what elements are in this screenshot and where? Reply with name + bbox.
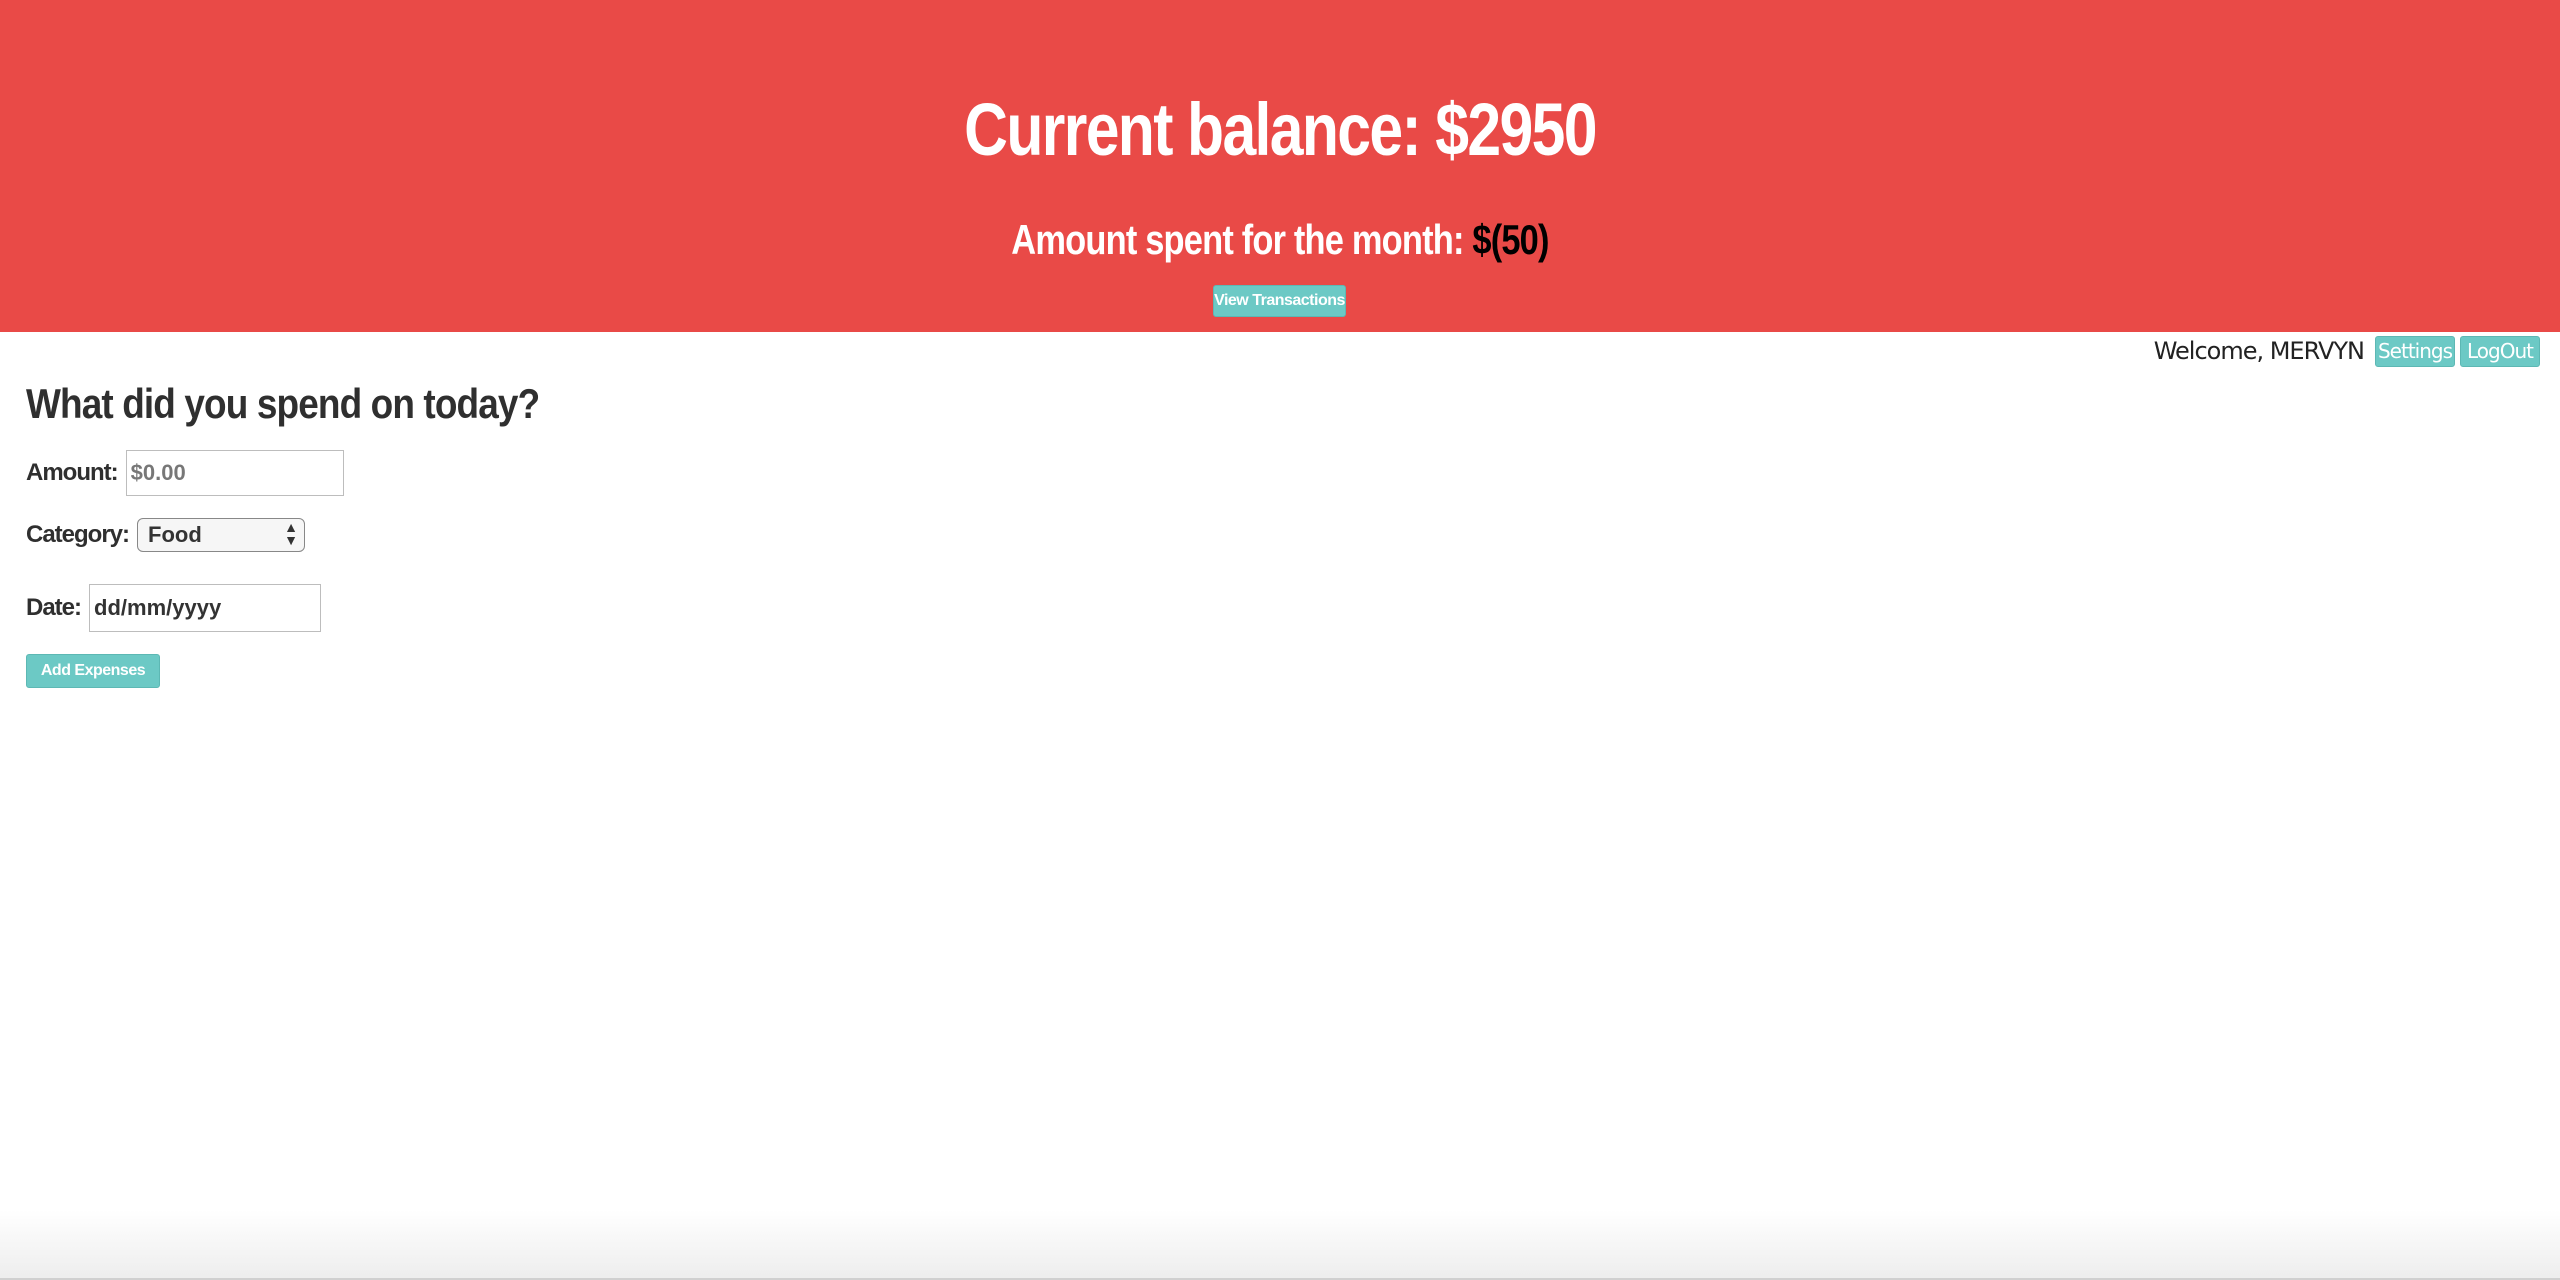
date-row: Date: [26, 584, 322, 632]
settings-button[interactable]: Settings [2375, 335, 2455, 367]
category-label: Category: [26, 521, 130, 548]
bottom-shadow [0, 1210, 2560, 1280]
user-bar: Welcome, MERVYN Settings LogOut [2154, 334, 2540, 368]
category-selected-value: Food [148, 522, 202, 547]
view-transactions-button[interactable]: View Transactions [1213, 285, 1346, 317]
logout-button[interactable]: LogOut [2460, 335, 2540, 367]
amount-label: Amount: [26, 459, 119, 486]
monthly-spent-value: $(50) [1472, 216, 1549, 263]
date-label: Date: [26, 594, 82, 621]
monthly-spent-heading: Amount spent for the month: $(50) [230, 212, 2329, 268]
balance-header: Current balance: $2950 Amount spent for … [0, 0, 2560, 332]
add-expenses-button[interactable]: Add Expenses [26, 654, 160, 688]
category-row: Category: Food ▲ ▼ [26, 518, 306, 552]
page: Current balance: $2950 Amount spent for … [0, 0, 2560, 1280]
date-input[interactable] [89, 584, 322, 632]
amount-input[interactable] [125, 450, 344, 496]
expense-form-title: What did you spend on today? [26, 380, 540, 427]
current-balance-heading: Current balance: $2950 [964, 88, 1597, 171]
select-arrows-icon: ▲ ▼ [284, 519, 299, 548]
monthly-spent-label: Amount spent for the month: [1011, 216, 1473, 263]
category-select[interactable]: Food ▲ ▼ [137, 518, 306, 552]
amount-row: Amount: [26, 450, 344, 496]
welcome-text: Welcome, MERVYN [2153, 337, 2365, 365]
